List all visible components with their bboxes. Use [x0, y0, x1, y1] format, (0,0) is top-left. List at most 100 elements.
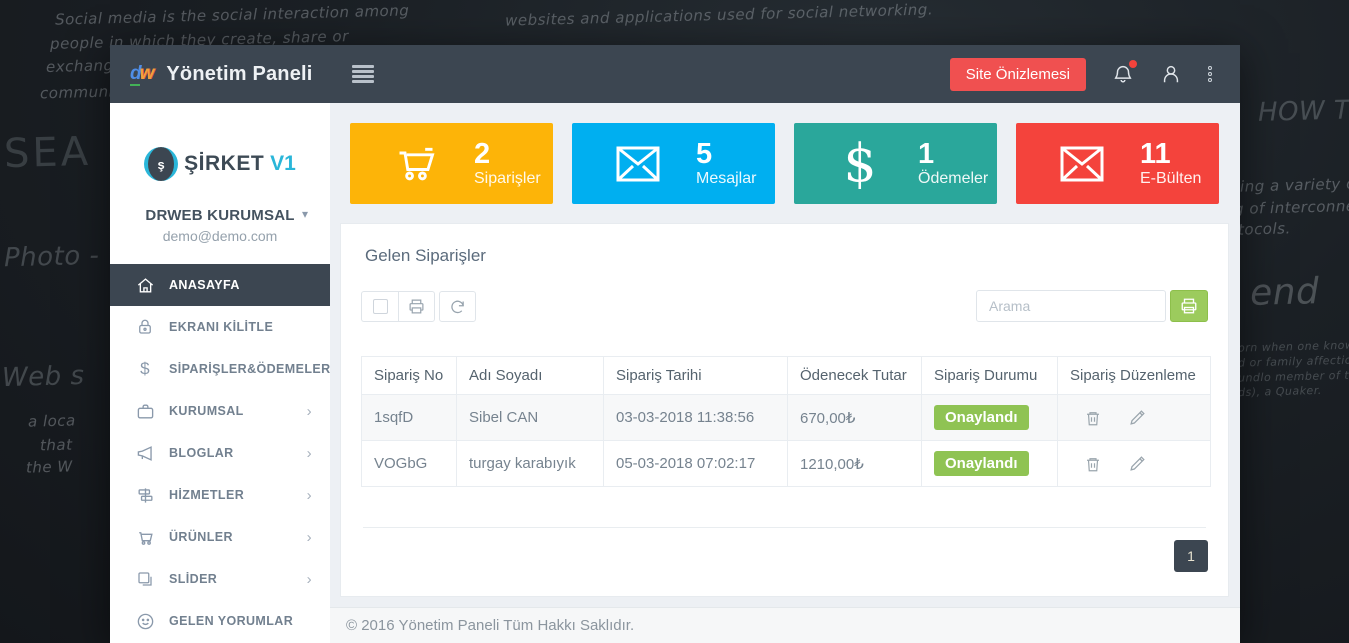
user-profile-icon[interactable]: [1160, 63, 1182, 85]
notifications-bell-icon[interactable]: [1112, 63, 1134, 85]
site-preview-button[interactable]: Site Önizlemesi: [950, 58, 1086, 91]
column-header: Adı Soyadı: [457, 357, 604, 395]
stat-card-siparisler[interactable]: 2 Siparişler: [350, 123, 553, 204]
envelope-icon: [1056, 144, 1108, 184]
stat-card-mesajlar[interactable]: 5 Mesajlar: [572, 123, 775, 204]
sidebar-item-hizmetler[interactable]: HİZMETLER ›: [110, 474, 330, 516]
sidebar-item-ekrani-kilitle[interactable]: EKRANI KİLİTLE: [110, 306, 330, 348]
company-logo-icon: ş: [144, 147, 178, 181]
megaphone-icon: [135, 443, 155, 463]
actions-cell: [1058, 441, 1211, 487]
stat-card-odemeler[interactable]: $ 1 Ödemeler: [794, 123, 997, 204]
refresh-button[interactable]: [439, 291, 476, 322]
chevron-right-icon: ›: [307, 529, 312, 546]
sidebar-item-siparisler-odemeler[interactable]: $ SİPARİŞLER&ÖDEMELER ›: [110, 348, 330, 390]
sidebar-item-gelen-yorumlar[interactable]: GELEN YORUMLAR: [110, 600, 330, 642]
account-info: DRWEB KURUMSAL ▾ demo@demo.com: [110, 207, 330, 244]
chalk-text: ds), a Quaker.: [1238, 384, 1322, 399]
smiley-icon: [135, 611, 155, 631]
chalk-text: Web s: [2, 361, 85, 393]
orders-table: Sipariş No Adı Soyadı Sipariş Tarihi Öde…: [361, 356, 1211, 487]
edit-button[interactable]: [1128, 408, 1147, 427]
dollar-icon: $: [135, 359, 155, 379]
chalk-text: Social media is the social interaction a…: [55, 1, 410, 28]
more-options-icon[interactable]: [1208, 64, 1212, 84]
edit-button[interactable]: [1128, 454, 1147, 473]
amount-cell: 1210,00₺: [788, 441, 922, 487]
search-input[interactable]: [976, 290, 1166, 322]
stat-label: Mesajlar: [696, 170, 756, 188]
customer-name-cell: Sibel CAN: [457, 395, 604, 441]
orders-panel-title: Gelen Siparişler: [365, 246, 1208, 266]
printer-icon: [1180, 297, 1198, 315]
chevron-right-icon: ›: [307, 403, 312, 420]
print-button[interactable]: [398, 291, 435, 322]
sidebar-item-anasayfa[interactable]: ANASAYFA: [110, 264, 330, 306]
actions-cell: [1058, 395, 1211, 441]
briefcase-icon: [135, 401, 155, 421]
pencil-icon: [1128, 454, 1147, 473]
select-all-button[interactable]: [361, 291, 398, 322]
sidebar-item-slider[interactable]: SLİDER ›: [110, 558, 330, 600]
chalk-text: the W: [26, 457, 73, 476]
status-cell: Onaylandı: [922, 441, 1058, 487]
delete-button[interactable]: [1084, 455, 1102, 473]
home-icon: [135, 275, 155, 295]
lock-icon: [135, 317, 155, 337]
sidebar-item-urunler[interactable]: ÜRÜNLER ›: [110, 516, 330, 558]
orders-toolbar: [361, 290, 1208, 322]
account-name: DRWEB KURUMSAL: [110, 207, 330, 224]
printer-icon: [408, 298, 425, 315]
stat-value: 5: [696, 139, 756, 171]
status-badge: Onaylandı: [934, 405, 1029, 430]
chevron-right-icon: ›: [307, 445, 312, 462]
admin-panel-window: dw Yönetim Paneli Site Önizlemesi: [110, 45, 1240, 643]
column-header: Sipariş No: [362, 357, 457, 395]
sidebar-menu: ANASAYFA EKRANI KİLİTLE $ SİPARİŞLER&ÖDE…: [110, 264, 330, 642]
chalk-text: undlo member of the: [1238, 368, 1349, 384]
table-header-row: Sipariş No Adı Soyadı Sipariş Tarihi Öde…: [362, 357, 1211, 395]
column-header: Sipariş Düzenleme: [1058, 357, 1211, 395]
page-button[interactable]: 1: [1174, 540, 1208, 572]
stat-card-ebulten[interactable]: 11 E-Bülten: [1016, 123, 1219, 204]
stat-label: E-Bülten: [1140, 170, 1201, 188]
order-date-cell: 03-03-2018 11:38:56: [604, 395, 788, 441]
envelope-icon: [612, 144, 664, 184]
stat-label: Ödemeler: [918, 170, 988, 188]
column-header: Sipariş Tarihi: [604, 357, 788, 395]
stat-cards: 2 Siparişler 5 Mesajlar $ 1 Ödemeler: [350, 123, 1219, 204]
account-dropdown-caret[interactable]: ▾: [302, 207, 308, 221]
chalk-text: HOW TO C: [1258, 94, 1349, 128]
signpost-icon: [135, 485, 155, 505]
delete-button[interactable]: [1084, 409, 1102, 427]
select-all-checkbox[interactable]: [373, 299, 388, 314]
sidebar-toggle-icon[interactable]: [352, 63, 374, 86]
column-header: Sipariş Durumu: [922, 357, 1058, 395]
sidebar-item-bloglar[interactable]: BLOGLAR ›: [110, 432, 330, 474]
customer-name-cell: turgay karabıyık: [457, 441, 604, 487]
order-no-cell: VOGbG: [362, 441, 457, 487]
layers-icon: [135, 569, 155, 589]
column-header: Ödenecek Tutar: [788, 357, 922, 395]
dw-logo: dw: [130, 63, 152, 85]
copyright-text: © 2016 Yönetim Paneli Tüm Hakkı Saklıdır…: [346, 617, 634, 634]
stat-value: 2: [474, 139, 541, 171]
table-row: 1sqfD Sibel CAN 03-03-2018 11:38:56 670,…: [362, 395, 1211, 441]
company-logo: ş ŞİRKET V1: [110, 147, 330, 181]
notification-dot: [1129, 60, 1137, 68]
pagination: 1: [361, 540, 1208, 572]
refresh-icon: [449, 298, 466, 315]
search-print-button[interactable]: [1170, 290, 1208, 322]
status-cell: Onaylandı: [922, 395, 1058, 441]
chalk-text: g of interconnected: [1234, 196, 1349, 218]
cart-icon: [135, 527, 155, 547]
pencil-icon: [1128, 408, 1147, 427]
top-header: dw Yönetim Paneli Site Önizlemesi: [110, 45, 1240, 103]
sidebar: ş ŞİRKET V1 DRWEB KURUMSAL ▾ demo@demo.c…: [110, 103, 330, 643]
page-title: Yönetim Paneli: [166, 63, 312, 86]
stat-value: 11: [1140, 139, 1201, 171]
amount-cell: 670,00₺: [788, 395, 922, 441]
divider: [363, 527, 1206, 528]
chalk-text: SEA: [3, 129, 91, 177]
sidebar-item-kurumsal[interactable]: KURUMSAL ›: [110, 390, 330, 432]
